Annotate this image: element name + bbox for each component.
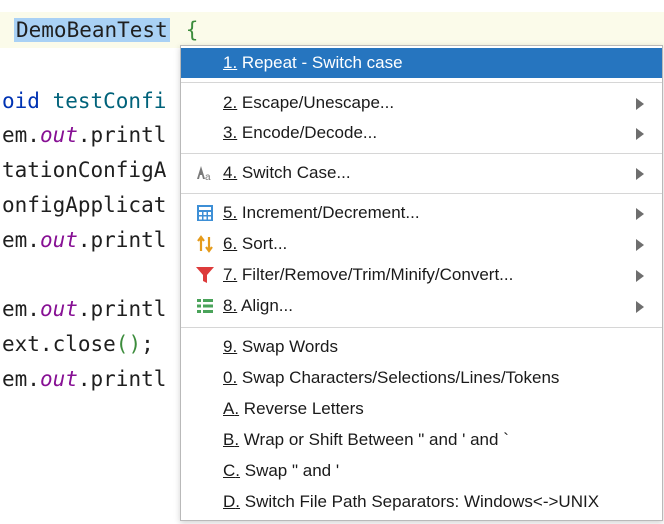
switch-case-icon: a bbox=[197, 166, 211, 183]
menu-item-reverse-letters[interactable]: A. Reverse Letters bbox=[181, 394, 662, 424]
menu-item-escape-unescape[interactable]: 2. Escape/Unescape... bbox=[181, 88, 662, 118]
class-brace: { bbox=[185, 18, 199, 42]
menu-item-switch-case[interactable]: a 4. Switch Case... bbox=[181, 158, 662, 188]
menu-item-swap-quotes[interactable]: C. Swap " and ' bbox=[181, 456, 662, 486]
menu-item-sort[interactable]: 6. Sort... bbox=[181, 229, 662, 259]
submenu-arrow-icon bbox=[636, 168, 644, 180]
menu-item-swap-words[interactable]: 9. Swap Words bbox=[181, 332, 662, 362]
filter-icon bbox=[196, 267, 214, 283]
menu-separator bbox=[181, 327, 662, 328]
code-line-4: onfigApplicat bbox=[2, 193, 167, 217]
menu-item-increment-decrement[interactable]: 5. Increment/Decrement... bbox=[181, 198, 662, 228]
submenu-arrow-icon bbox=[636, 98, 644, 110]
submenu-arrow-icon bbox=[636, 301, 644, 313]
menu-item-repeat-switch-case[interactable]: 1. Repeat - Switch case bbox=[181, 48, 662, 78]
submenu-arrow-icon bbox=[636, 128, 644, 140]
code-line-1: oid testConfi bbox=[2, 89, 167, 113]
code-line-7: ext.close(); bbox=[2, 332, 154, 356]
calculator-icon bbox=[197, 205, 213, 221]
menu-item-encode-decode[interactable]: 3. Encode/Decode... bbox=[181, 118, 662, 148]
sort-icon bbox=[197, 235, 213, 253]
menu-item-wrap-or-shift-quotes[interactable]: B. Wrap or Shift Between " and ' and ` bbox=[181, 425, 662, 455]
menu-item-align[interactable]: 8. Align... bbox=[181, 291, 662, 321]
menu-separator bbox=[181, 193, 662, 194]
svg-text:a: a bbox=[205, 172, 211, 183]
selected-class-name: DemoBeanTest bbox=[14, 18, 170, 42]
code-line-8: em.out.printl bbox=[2, 367, 167, 391]
submenu-arrow-icon bbox=[636, 270, 644, 282]
string-manipulation-popup-menu: 1. Repeat - Switch case 2. Escape/Unesca… bbox=[180, 45, 663, 521]
menu-item-swap-characters[interactable]: 0. Swap Characters/Selections/Lines/Toke… bbox=[181, 363, 662, 393]
code-line-5: em.out.printl bbox=[2, 228, 167, 252]
code-line-2: em.out.printl bbox=[2, 123, 167, 147]
menu-item-filter-remove-trim[interactable]: 7. Filter/Remove/Trim/Minify/Convert... bbox=[181, 260, 662, 290]
submenu-arrow-icon bbox=[636, 208, 644, 220]
menu-item-switch-path-separators[interactable]: D. Switch File Path Separators: Windows<… bbox=[181, 487, 662, 517]
code-line-3: tationConfigA bbox=[2, 158, 167, 182]
submenu-arrow-icon bbox=[636, 239, 644, 251]
class-declaration-line: DemoBeanTest { bbox=[14, 13, 198, 47]
align-icon bbox=[197, 299, 213, 313]
menu-separator bbox=[181, 153, 662, 154]
menu-separator bbox=[181, 82, 662, 83]
code-line-6: em.out.printl bbox=[2, 297, 167, 321]
